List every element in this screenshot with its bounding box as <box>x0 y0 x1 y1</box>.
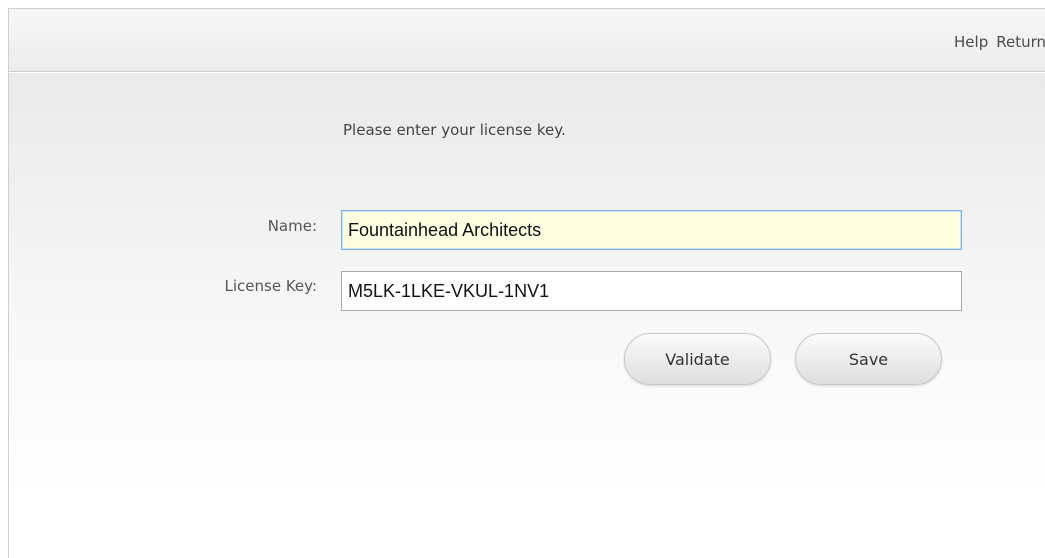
top-bar: Help Return <box>9 9 1045 72</box>
top-bar-links: Help Return <box>954 33 1045 51</box>
name-field[interactable] <box>341 210 962 250</box>
help-link[interactable]: Help <box>954 33 988 51</box>
license-key-label: License Key: <box>224 277 317 295</box>
license-prompt: Please enter your license key. <box>343 121 566 139</box>
name-label: Name: <box>267 217 317 235</box>
app-frame: Help Return Please enter your license ke… <box>8 8 1045 558</box>
return-link[interactable]: Return <box>996 33 1045 51</box>
license-form: Please enter your license key. Name: Lic… <box>9 73 1045 558</box>
validate-button[interactable]: Validate <box>624 333 771 385</box>
license-key-field[interactable] <box>341 271 962 311</box>
save-button[interactable]: Save <box>795 333 942 385</box>
